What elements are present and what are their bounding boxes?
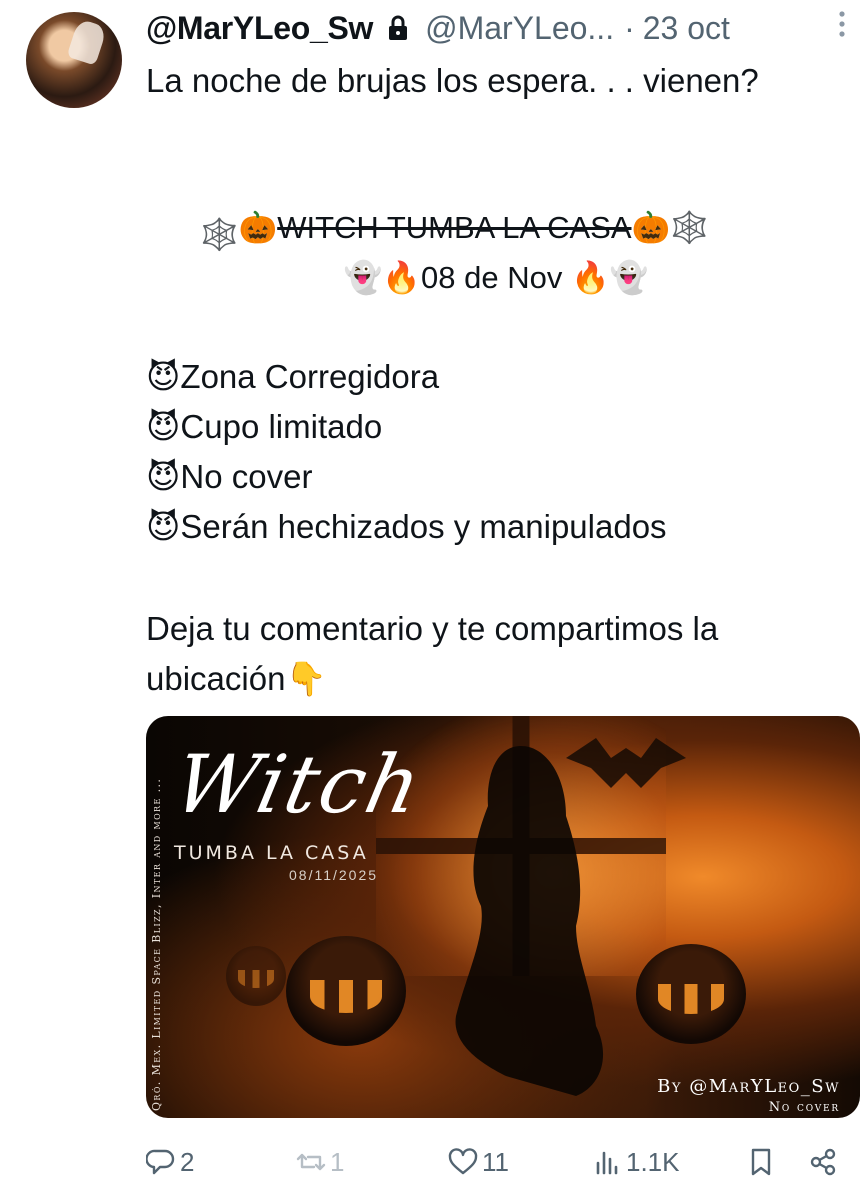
event-title-line: 🕸️🎃WITCH TUMBA LA CASA🎃🕸️ [200, 203, 810, 260]
separator: · [624, 9, 635, 46]
pumpkin-decoration [636, 944, 746, 1044]
share-icon [810, 1148, 836, 1176]
reply-icon [146, 1149, 175, 1175]
bat-decoration [566, 738, 686, 788]
bullet-item: 😈Serán hechizados y manipulados [146, 502, 667, 552]
devil-icon: 😈 [146, 458, 181, 495]
closing-location-word: ubicación [146, 660, 286, 697]
tweet-date[interactable]: 23 oct [643, 10, 730, 47]
ghost-icon: 👻 [609, 260, 649, 295]
tweet-actions: 2 1 11 1.1K [146, 1140, 860, 1184]
reply-count: 2 [180, 1146, 195, 1177]
views-icon [596, 1151, 618, 1175]
tweet-media-image[interactable]: Qró. Mex. Limited Space Blizz, Inter and… [146, 716, 860, 1118]
devil-icon: 😈 [146, 408, 181, 445]
bookmark-icon [751, 1148, 771, 1176]
fire-icon: 🔥 [382, 260, 422, 295]
bullet-text: Zona Corregidora [180, 358, 440, 395]
like-count: 11 [482, 1146, 509, 1177]
image-cover-note: No cover [768, 1100, 840, 1115]
event-title: WITCH TUMBA LA CASA [277, 210, 632, 245]
bullet-text: No cover [180, 458, 313, 495]
pumpkin-icon: 🎃 [631, 210, 671, 245]
avatar[interactable] [26, 12, 122, 108]
bullet-text: Cupo limitado [180, 408, 383, 445]
spiderweb-icon: 🕸️ [200, 217, 239, 252]
tweet-intro: La noche de brujas los espera. . . viene… [146, 62, 759, 99]
image-subtitle: TUMBA LA CASA [174, 842, 369, 864]
pumpkin-decoration [226, 946, 286, 1006]
devil-icon: 😈 [146, 358, 181, 395]
retweet-count: 1 [330, 1146, 345, 1177]
ghost-icon: 👻 [343, 260, 383, 295]
handle[interactable]: @MarYLeo... [425, 10, 614, 47]
bookmark-button[interactable] [746, 1140, 776, 1184]
views-button[interactable]: 1.1K [592, 1140, 680, 1184]
like-icon [448, 1148, 478, 1175]
lock-icon [387, 15, 409, 41]
image-event-date: 08/11/2025 [289, 867, 379, 883]
retweet-button[interactable]: 1 [296, 1140, 344, 1184]
event-date: 08 de Nov [421, 260, 563, 295]
image-credit: By @MarYLeo_Sw [657, 1076, 840, 1097]
pumpkin-icon: 🎃 [238, 210, 278, 245]
more-icon[interactable] [836, 10, 848, 38]
pumpkin-decoration [286, 936, 406, 1046]
spiderweb-icon: 🕸️ [670, 210, 709, 245]
bullet-text: Serán hechizados y manipulados [180, 508, 667, 545]
bullet-item: 😈Zona Corregidora [146, 352, 439, 402]
views-count: 1.1K [626, 1146, 680, 1177]
tweet-header: @MarYLeo_Sw @MarYLeo... · 23 oct [146, 6, 846, 50]
side-caption: Qró. Mex. Limited Space Blizz, Inter and… [150, 777, 163, 1111]
closing-text-2: ubicación👇 [146, 654, 327, 704]
closing-text: Deja tu comentario y te compartimos la [146, 610, 719, 647]
image-title: Witch [166, 738, 431, 831]
retweet-icon [296, 1153, 326, 1171]
fire-icon: 🔥 [570, 260, 610, 295]
devil-icon: 😈 [146, 508, 181, 545]
bullet-item: 😈No cover [146, 452, 312, 502]
pointing-down-icon: 👇 [285, 660, 327, 697]
share-button[interactable] [808, 1140, 838, 1184]
display-name[interactable]: @MarYLeo_Sw [146, 10, 373, 47]
bullet-item: 😈Cupo limitado [146, 402, 382, 452]
like-button[interactable]: 11 [448, 1140, 509, 1184]
event-date-line: 👻🔥08 de Nov 🔥👻 [146, 253, 846, 303]
reply-button[interactable]: 2 [146, 1140, 194, 1184]
